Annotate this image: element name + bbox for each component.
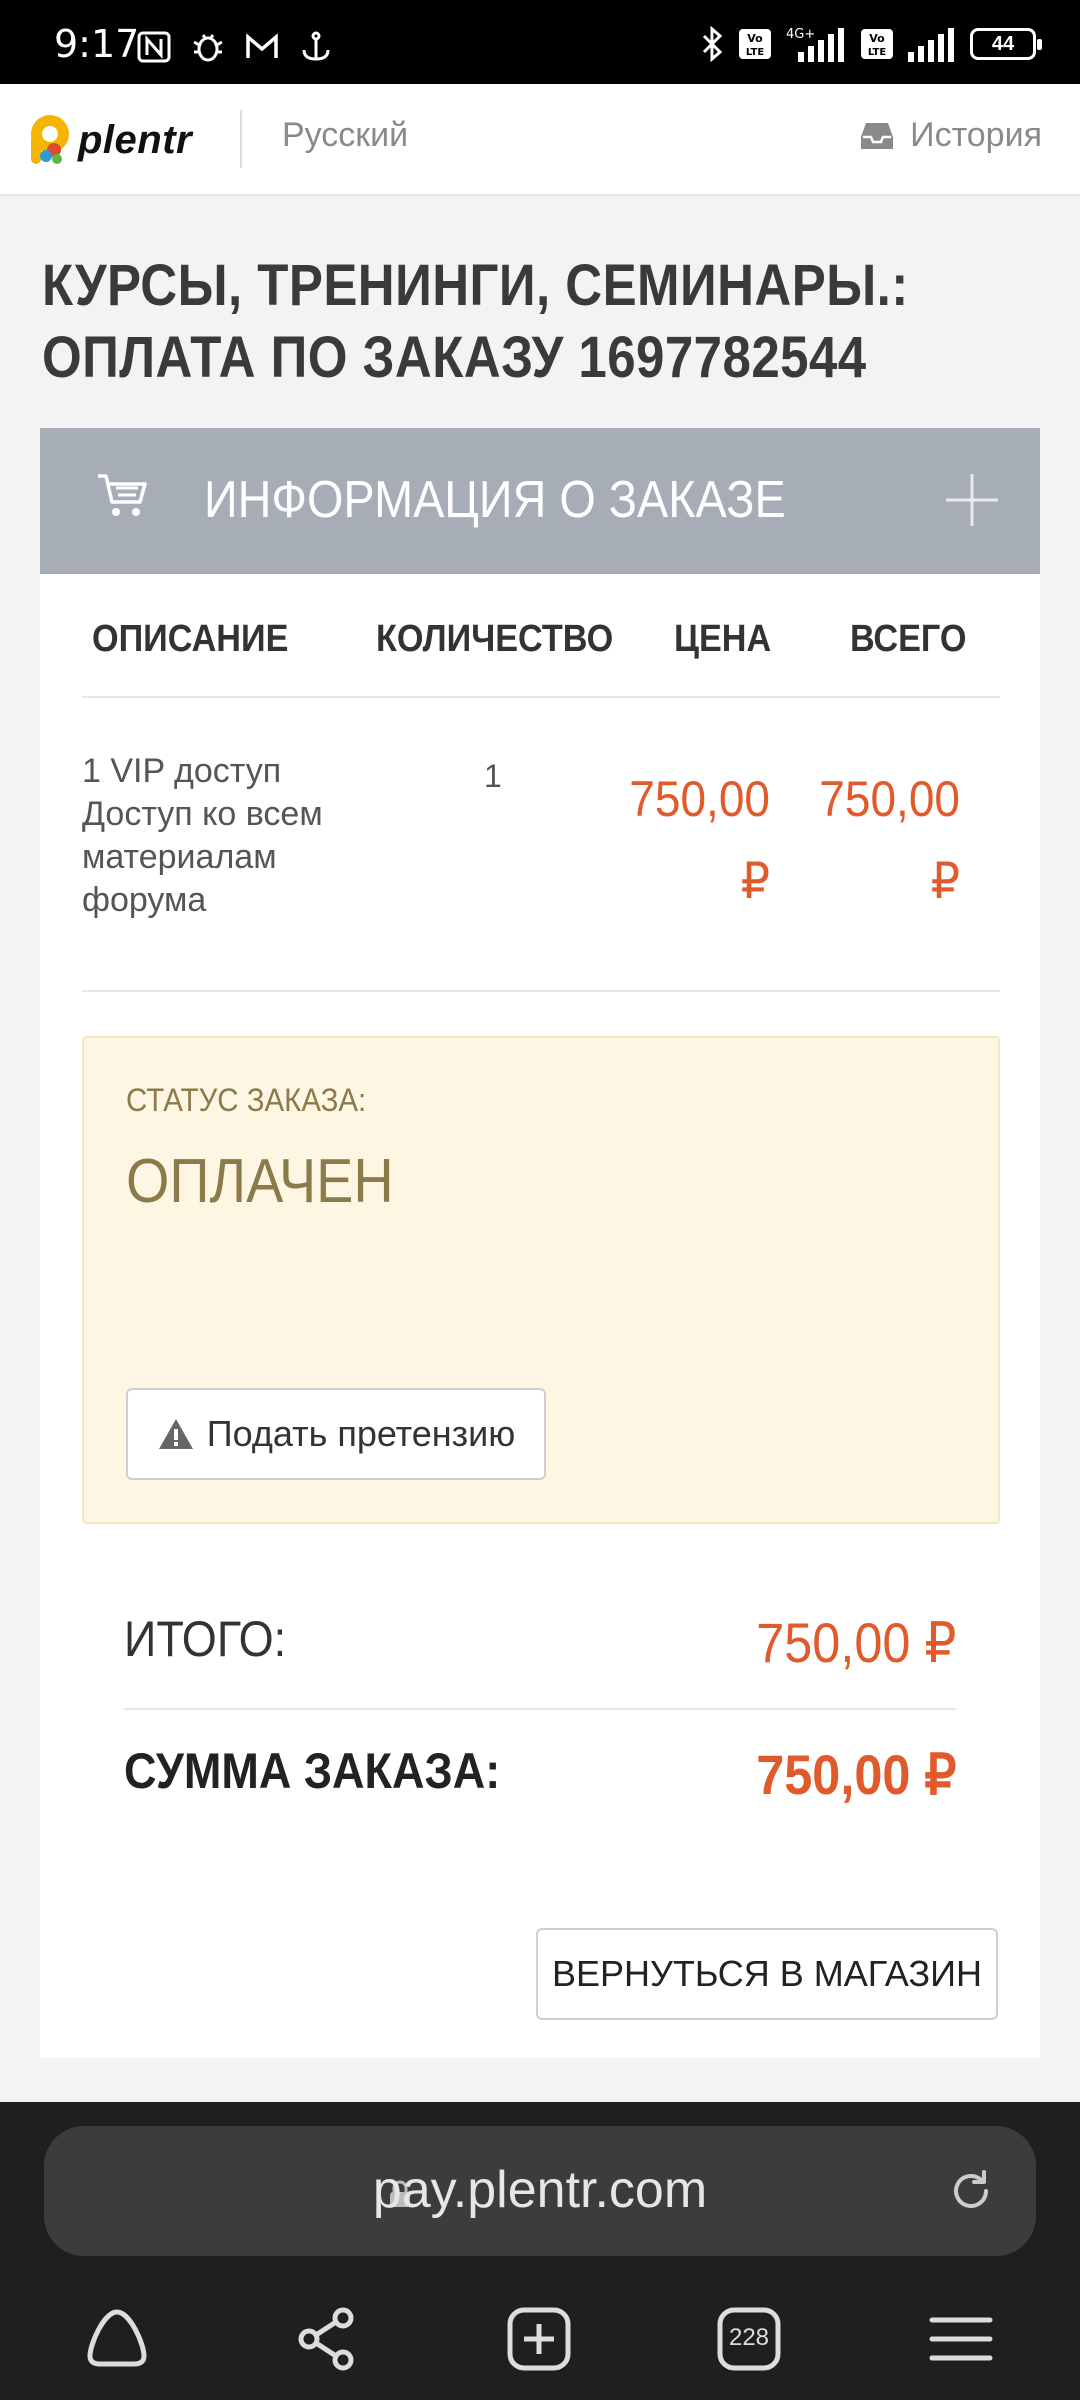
order-card: ИНФОРМАЦИЯ О ЗАКАЗЕ ОПИСАНИЕ КОЛИЧЕСТВО … [40, 428, 1040, 2058]
address-bar[interactable]: pay.plentr.com [44, 2126, 1036, 2256]
column-price: ЦЕНА [674, 618, 772, 660]
file-claim-label: Подать претензию [206, 1413, 516, 1454]
logo-text: plentr [78, 117, 193, 162]
status-label: СТАТУС ЗАКАЗА: [126, 1082, 367, 1118]
status-time: 9:17 [54, 22, 140, 66]
system-icons: Vo LTE 4G+ Vo LTE 44 [700, 26, 1042, 62]
subtotal-label: ИТОГО: [124, 1611, 287, 1667]
status-value: ОПЛАЧЕН [126, 1147, 394, 1216]
item-total: 750,00 ₽ [819, 771, 960, 909]
column-total: ВСЕГО [850, 618, 967, 660]
subtotal-value: 750,00 ₽ [755, 1611, 956, 1674]
tabs-counter[interactable]: 228 [714, 2304, 784, 2374]
browser-nav: 228 [0, 2292, 1080, 2400]
expand-plus-icon[interactable] [944, 472, 1000, 528]
gmail-icon [246, 33, 278, 58]
language-selector[interactable]: Русский [282, 116, 408, 155]
logo[interactable]: plentr [26, 112, 192, 168]
battery-icon: 44 [970, 28, 1042, 60]
history-label: История [910, 116, 1042, 154]
item-quantity: 1 [484, 758, 502, 794]
anchor-icon [302, 31, 330, 61]
back-to-shop-button[interactable]: ВЕРНУТЬСЯ В МАГАЗИН [536, 1928, 998, 2020]
order-panel-header[interactable]: ИНФОРМАЦИЯ О ЗАКАЗЕ [40, 428, 1040, 574]
nfc-icon [137, 31, 171, 63]
order-sum-label: СУММА ЗАКАЗА: [124, 1743, 501, 1799]
order-sum-value: 750,00 ₽ [755, 1743, 956, 1806]
home-icon[interactable] [82, 2304, 152, 2374]
signal-4g-icon: 4G+ [786, 27, 844, 62]
url-text: pay.plentr.com [372, 2161, 708, 2219]
status-bar: 9:17 Vo LTE 4G+ Vo LTE 44 [0, 0, 1080, 84]
svg-text:Vo: Vo [869, 32, 885, 45]
header-divider-line [82, 696, 1000, 698]
order-panel-title: ИНФОРМАЦИЯ О ЗАКАЗЕ [204, 471, 786, 529]
svg-text:4G+: 4G+ [786, 27, 815, 42]
menu-icon[interactable] [926, 2304, 996, 2374]
row-divider-line [82, 990, 1000, 992]
notification-icons [136, 30, 334, 64]
page-title: КУРСЫ, ТРЕНИНГИ, СЕМИНАРЫ.: ОПЛАТА ПО ЗА… [42, 253, 909, 390]
totals-divider [124, 1708, 956, 1710]
site-header: plentr Русский История [0, 84, 1080, 196]
item-price: 750,00 ₽ [629, 771, 770, 909]
bluetooth-icon [702, 26, 723, 62]
item-description: 1 VIP доступ Доступ ко всем материалам ф… [82, 752, 323, 919]
svg-text:LTE: LTE [746, 47, 765, 58]
column-quantity: КОЛИЧЕСТВО [376, 618, 614, 660]
volte-icon-2: Vo LTE [861, 29, 893, 59]
browser-toolbar: pay.plentr.com 228 [0, 2102, 1080, 2400]
reload-icon[interactable] [946, 2166, 996, 2216]
tab-count: 228 [728, 2324, 770, 2351]
header-divider [240, 110, 242, 168]
signal-icon [908, 28, 954, 62]
file-claim-button[interactable]: Подать претензию [126, 1388, 546, 1480]
history-link[interactable]: История [860, 116, 1042, 155]
plentr-logo-icon [31, 115, 69, 164]
svg-text:LTE: LTE [868, 47, 887, 58]
share-icon[interactable] [291, 2304, 361, 2374]
cart-icon [98, 474, 147, 516]
column-description: ОПИСАНИЕ [92, 618, 289, 660]
warning-icon [158, 1419, 193, 1449]
bug-icon [193, 34, 223, 62]
svg-text:Vo: Vo [747, 32, 763, 45]
inbox-icon [861, 122, 894, 149]
order-status-box: СТАТУС ЗАКАЗА: ОПЛАЧЕН Подать претензию [82, 1036, 1000, 1524]
new-tab-icon[interactable] [504, 2304, 574, 2374]
volte-icon: Vo LTE [739, 29, 771, 59]
